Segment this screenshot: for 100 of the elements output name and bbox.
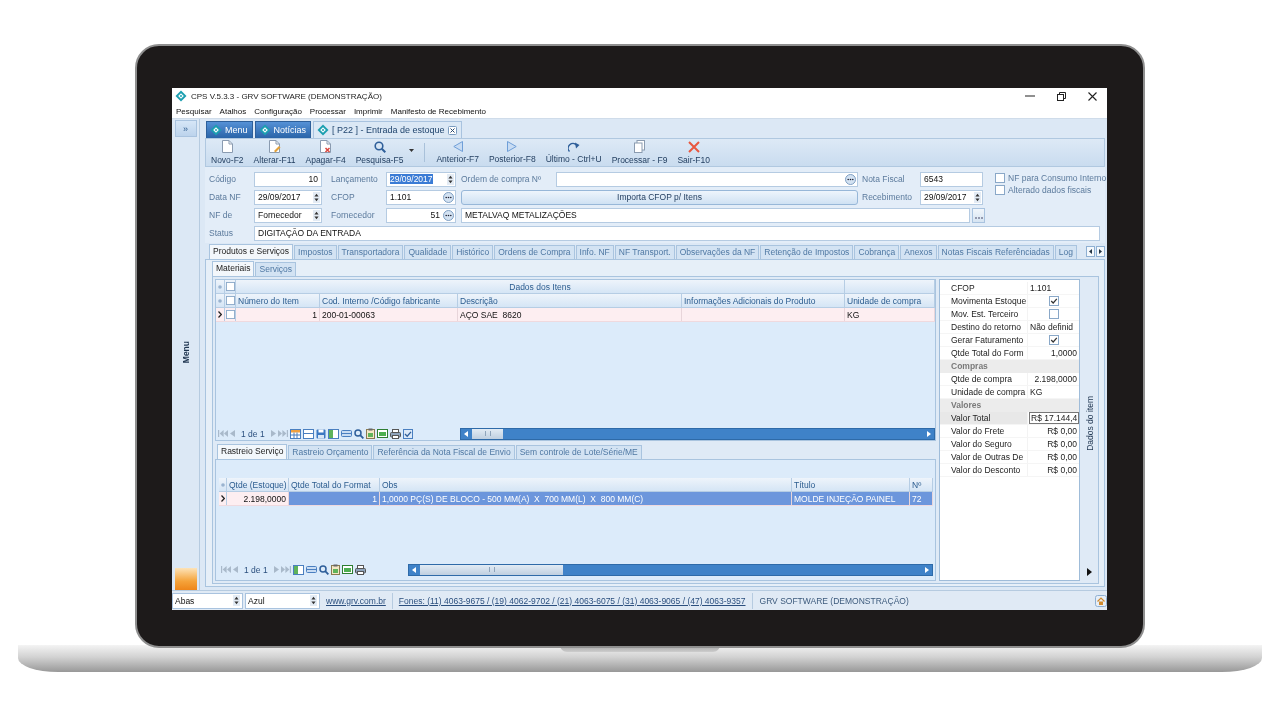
column-header[interactable]: Informações Adicionais do Produto — [682, 294, 845, 307]
property-label[interactable]: Qtde Total do Form — [940, 347, 1028, 359]
tab[interactable]: Anexos — [900, 245, 937, 259]
link[interactable]: Fones: (11) 4063-9675 / (19) 4062-9702 / (21) 4063-6075 / (31) 4063-9065 / (47) 4063-9357 — [394, 595, 750, 606]
menu-item[interactable]: Processar — [309, 106, 346, 116]
horizontal-scrollbar[interactable] — [460, 427, 935, 440]
checkbox[interactable] — [995, 185, 1005, 195]
toolbar-button[interactable]: Posterior-F8 — [483, 139, 541, 166]
ellipsis-icon[interactable] — [443, 209, 454, 221]
caret-icon[interactable] — [409, 149, 415, 152]
scrollbar-thumb[interactable] — [420, 564, 563, 575]
date-field[interactable]: 29/09/2017 — [920, 189, 983, 205]
tab[interactable]: Materiais — [212, 261, 255, 276]
property-label[interactable]: Destino do retorno — [940, 321, 1028, 333]
column-header[interactable]: Número do Item — [236, 294, 320, 307]
column-header[interactable]: Unidade de compra — [845, 294, 935, 307]
checkbox[interactable] — [1048, 296, 1059, 306]
home-icon[interactable] — [1095, 594, 1107, 607]
property-label[interactable]: Qtde de compra — [940, 373, 1028, 385]
property-label[interactable]: Valor Total — [940, 412, 1028, 424]
panel-icon[interactable] — [340, 430, 352, 437]
menu-item[interactable]: Configuração — [254, 106, 302, 116]
column-header[interactable]: Nº — [910, 478, 933, 491]
toolbar-button[interactable]: Último - Ctrl+U — [540, 139, 607, 166]
spinner-icon[interactable] — [447, 173, 454, 185]
tab[interactable]: Retenção de Impostos — [760, 245, 854, 259]
column-header[interactable]: Cod. Interno /Código fabricante — [320, 294, 458, 307]
input-field[interactable]: 6543 — [920, 171, 983, 187]
property-label[interactable]: CFOP — [940, 282, 1028, 294]
spinner-icon[interactable] — [233, 595, 240, 606]
tab[interactable]: Rastreio Orçamento — [288, 445, 373, 459]
expand-button[interactable]: » — [174, 120, 197, 137]
tab[interactable]: Rastreio Serviço — [217, 444, 288, 459]
toolbar-button[interactable]: Novo-F2 — [206, 139, 249, 166]
printer-icon[interactable] — [354, 564, 366, 575]
tab[interactable]: Notas Fiscais Referênciadas — [937, 245, 1054, 259]
column-header[interactable]: Título — [792, 478, 910, 491]
link[interactable]: www.grv.com.br — [322, 595, 390, 606]
checkbox[interactable] — [225, 296, 235, 305]
menu-item[interactable]: Pesquisar — [176, 106, 212, 116]
dropdown[interactable]: Abas — [172, 592, 243, 609]
property-label[interactable]: Valor do Desconto — [940, 464, 1028, 476]
ellipsis-icon[interactable] — [443, 191, 454, 203]
tick-box-icon[interactable] — [402, 428, 413, 439]
checkbox[interactable] — [995, 173, 1005, 183]
import-button[interactable]: Importa CFOP p/ Itens — [461, 189, 858, 205]
checkbox[interactable] — [1048, 335, 1059, 345]
input-field[interactable]: 1.101 — [386, 189, 456, 205]
horizontal-scrollbar[interactable] — [408, 563, 933, 576]
column-header[interactable]: Qtde Total do Format — [289, 478, 380, 491]
tab[interactable]: Menu — [206, 121, 253, 138]
tab[interactable]: Log — [1054, 245, 1077, 259]
window-icon[interactable] — [302, 428, 314, 439]
input-field[interactable]: 51 — [386, 207, 456, 223]
property-label[interactable]: Movimenta Estoque — [940, 295, 1028, 307]
toolbar-button[interactable]: Alterar-F11 — [248, 139, 301, 166]
printer-icon[interactable] — [389, 428, 401, 439]
tab[interactable]: Observações da NF — [675, 245, 760, 259]
toolbar-button[interactable]: Processar - F9 — [606, 139, 673, 166]
checkbox[interactable] — [225, 310, 235, 319]
spinner-icon[interactable] — [310, 595, 317, 606]
table-row[interactable]: 1 200-01-00063 AÇO SAE 8620 KG — [216, 308, 935, 322]
search-icon[interactable] — [318, 564, 329, 575]
toolbar-button[interactable]: Anterior-F7 — [431, 139, 484, 166]
clipboard-icon[interactable] — [365, 428, 375, 439]
tab[interactable]: Referência da Nota Fiscal de Envio — [373, 445, 515, 459]
property-label[interactable]: Gerar Faturamento — [940, 334, 1028, 346]
ellipsis-icon[interactable] — [845, 173, 856, 185]
tab[interactable]: Histórico — [452, 245, 494, 259]
search-icon[interactable] — [353, 428, 364, 439]
date-field[interactable]: 29/09/2017 — [386, 171, 456, 187]
tab[interactable]: Impostos — [294, 245, 337, 259]
tab[interactable]: Ordens de Compra — [494, 245, 575, 259]
date-field[interactable]: 29/09/2017 — [254, 189, 322, 205]
left-arrow-icon[interactable] — [1086, 246, 1095, 257]
scrollbar-thumb[interactable] — [472, 428, 503, 439]
tab[interactable]: Transportadora — [337, 245, 404, 259]
menu-item[interactable]: Imprimir — [353, 106, 383, 116]
tab[interactable]: Notícias — [254, 121, 312, 138]
menu-item[interactable]: Atalhos — [219, 106, 247, 116]
right-arrow-icon[interactable] — [1096, 246, 1105, 257]
restore-icon[interactable] — [1057, 91, 1066, 101]
property-label[interactable]: Mov. Est. Terceiro — [940, 308, 1028, 320]
value-field[interactable]: R$ 17.144,4 — [1029, 412, 1080, 424]
tab[interactable]: [ P22 ] - Entrada de estoque — [313, 121, 462, 138]
menu-item[interactable]: Manifesto de Recebimento — [390, 106, 486, 116]
spinner-icon[interactable] — [974, 191, 981, 203]
input-field[interactable]: METALVAQ METALIZAÇÕES — [461, 207, 970, 223]
clipboard-icon[interactable] — [330, 564, 340, 575]
column-header[interactable]: Obs — [380, 478, 792, 491]
property-label[interactable]: Valor do Frete — [940, 425, 1028, 437]
columns-icon[interactable] — [292, 564, 304, 575]
tab[interactable]: Serviços — [255, 262, 297, 276]
spreadsheet-icon[interactable] — [341, 565, 353, 574]
close-icon[interactable] — [447, 125, 457, 135]
tab[interactable]: Produtos e Serviços — [209, 244, 294, 259]
tab[interactable]: NF Transport. — [614, 245, 675, 259]
right-triangle-icon[interactable] — [1087, 568, 1092, 576]
property-label[interactable]: Valor de Outras De — [940, 451, 1028, 463]
spinner-icon[interactable] — [313, 191, 320, 203]
